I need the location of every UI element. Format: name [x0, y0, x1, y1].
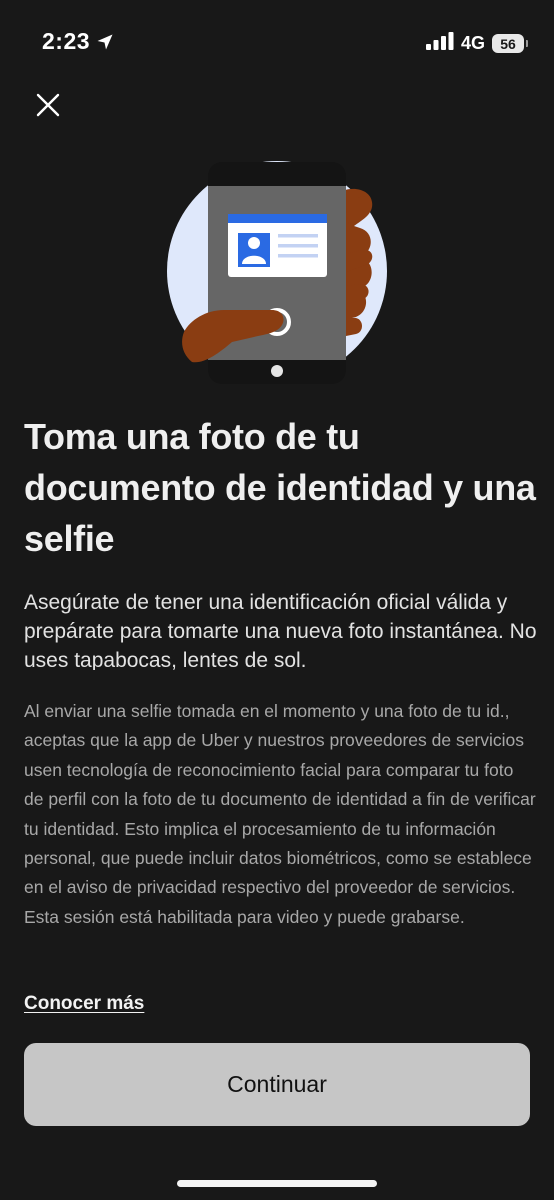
battery-level: 56: [500, 35, 516, 52]
status-indicators: 4G 56: [425, 32, 528, 55]
status-time-group: 2:23: [42, 28, 114, 55]
signal-bars-icon: [425, 32, 454, 55]
id-scan-illustration: [162, 158, 392, 384]
status-time: 2:23: [42, 28, 91, 54]
subtitle: Asegúrate de tener una identificación of…: [24, 591, 537, 670]
location-arrow-icon: [96, 33, 114, 51]
page-title: Toma una foto de tu documento de identid…: [24, 416, 536, 559]
status-bar: 2:23 4G 56: [0, 0, 554, 88]
network-type: 4G: [460, 33, 485, 53]
legal-disclaimer: Al enviar una selfie tomada en el moment…: [24, 701, 536, 927]
home-indicator: [177, 1180, 377, 1187]
close-icon: [36, 93, 60, 122]
battery-icon: 56: [492, 34, 528, 53]
subtitle-container: Asegúrate de tener una identificación of…: [24, 588, 539, 670]
close-button[interactable]: [30, 89, 66, 125]
learn-more-link[interactable]: Conocer más: [24, 993, 144, 1015]
continue-button[interactable]: Continuar: [24, 1043, 530, 1126]
